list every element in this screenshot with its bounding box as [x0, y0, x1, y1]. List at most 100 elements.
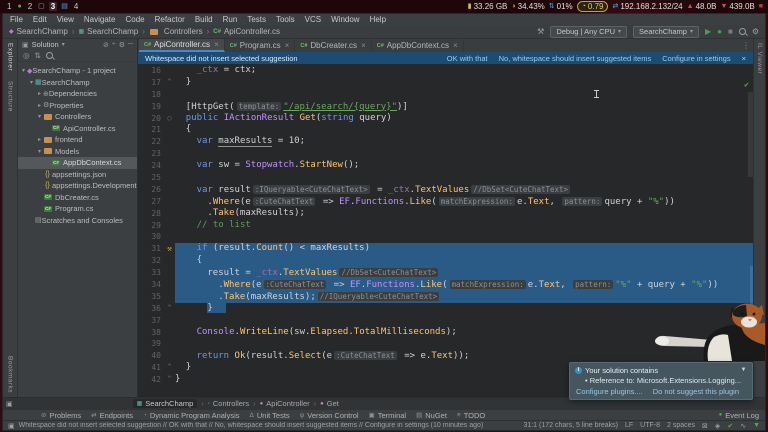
tree-chevron-icon[interactable]: ▾ — [36, 148, 43, 155]
status-line-ending[interactable]: LF — [625, 422, 633, 429]
tool-window-button-endpoints[interactable]: ⇄ Endpoints — [91, 411, 133, 420]
popup-action[interactable]: Do not suggest this plugin — [653, 387, 739, 396]
menu-item-edit[interactable]: Edit — [33, 15, 47, 24]
wrench-icon[interactable]: ⚒ — [537, 27, 544, 36]
menu-item-help[interactable]: Help — [370, 15, 386, 24]
close-icon[interactable]: × — [742, 54, 746, 63]
workspace-2[interactable]: 2 — [26, 2, 34, 11]
tool-window-button-nuget[interactable]: ▤ NuGet — [416, 411, 447, 420]
tree-item[interactable]: ▾ ◆ SearchChamp - 1 project — [18, 65, 137, 77]
breadcrumb-item[interactable]: ◆ SearchChamp — [9, 27, 68, 36]
menu-item-refactor[interactable]: Refactor — [155, 15, 185, 24]
breadcrumb-item[interactable]: C# ApiController.cs — [213, 27, 280, 36]
panel-settings-icon[interactable]: ⚙ — [119, 41, 125, 49]
menu-item-run[interactable]: Run — [223, 15, 238, 24]
close-icon[interactable]: × — [361, 41, 366, 50]
close-icon[interactable]: × — [453, 41, 458, 50]
tool-window-button-event-log[interactable]: ● Event Log — [719, 411, 759, 420]
tree-item[interactable]: ▾ ▦ SearchChamp — [18, 77, 137, 89]
tree-chevron-icon[interactable]: ▾ — [36, 113, 43, 120]
breadcrumb-item[interactable]: Controllers — [149, 27, 203, 36]
editor-breadcrumb-searchchamp[interactable]: ▦ SearchChamp — [132, 399, 198, 408]
status-encoding[interactable]: UTF-8 — [640, 422, 660, 429]
editor-tab-apicontroller[interactable]: C# ApiController.cs × — [139, 39, 225, 52]
tree-item[interactable]: C# DbCreater.cs — [18, 192, 137, 204]
chevron-down-icon[interactable]: ▼ — [740, 367, 747, 373]
solution-run-selector[interactable]: SearchChamp ▾ — [633, 25, 699, 38]
highlight-level-icon[interactable]: ∿ — [740, 422, 746, 430]
tool-stripe-structure[interactable]: Structure — [7, 81, 14, 112]
workspace-4[interactable]: 4 — [72, 2, 80, 11]
tree-item[interactable]: ▸ ⚙ Properties — [18, 100, 137, 112]
run-button[interactable]: ▶ — [705, 27, 711, 36]
tool-stripe-explorer[interactable]: Explorer — [7, 43, 14, 71]
tree-item[interactable]: ▸ ⊕ Dependencies — [18, 88, 137, 100]
editor-tab-dbcreater[interactable]: C# DbCreater.cs × — [295, 39, 372, 52]
more-options-icon[interactable]: ⋮ — [742, 41, 753, 50]
tree-item[interactable]: C# ApiController.cs — [18, 123, 137, 135]
run-config-selector[interactable]: Debug | Any CPU ▾ — [550, 25, 628, 38]
tree-item[interactable]: ▾ Controllers — [18, 111, 137, 123]
editor-tab-program[interactable]: C# Program.cs × — [225, 39, 296, 52]
theme-icon[interactable]: ◈ — [715, 422, 720, 430]
tree-chevron-icon[interactable]: ▾ — [20, 67, 27, 74]
editor-tab-appdbcontext[interactable]: C# AppDbContext.cs × — [372, 39, 464, 52]
menu-item-code[interactable]: Code — [125, 15, 144, 24]
tool-window-button-unit-tests[interactable]: Δ Unit Tests — [250, 411, 290, 420]
menu-item-tools[interactable]: Tools — [276, 15, 295, 24]
tree-item[interactable]: ▤ Scratches and Consoles — [18, 215, 137, 227]
tree-chevron-icon[interactable]: ▸ — [36, 136, 43, 143]
tree-chevron-icon[interactable]: ▸ — [36, 90, 43, 97]
window-icon[interactable]: ▣ — [8, 422, 15, 430]
menu-item-tests[interactable]: Tests — [247, 15, 266, 24]
tool-window-button-terminal[interactable]: ▣ Terminal — [369, 411, 407, 420]
tool-window-button-dynamic-program-analysis[interactable]: ◔ Dynamic Program Analysis — [143, 411, 240, 420]
menu-item-window[interactable]: Window — [331, 15, 359, 24]
menu-item-navigate[interactable]: Navigate — [84, 15, 116, 24]
status-caret-position[interactable]: 31:1 (172 chars, 5 line breaks) — [523, 422, 618, 429]
readonly-icon[interactable]: ⊠ — [702, 422, 708, 430]
locate-icon[interactable]: ⊘ — [103, 41, 109, 49]
tree-chevron-icon[interactable]: ▸ — [36, 102, 43, 109]
close-icon[interactable]: × — [214, 40, 219, 49]
collapse-all-icon[interactable]: ÷ — [112, 41, 116, 48]
stop-button[interactable]: ■ — [728, 27, 733, 36]
workspace-3[interactable]: 3 — [48, 2, 58, 11]
banner-action[interactable]: Configure in settings — [662, 54, 730, 63]
tool-window-button-problems[interactable]: ⊘ Problems — [41, 411, 81, 420]
workspace-1[interactable]: 1 — [5, 2, 13, 11]
menu-item-view[interactable]: View — [57, 15, 74, 24]
tree-item[interactable]: {} appsettings.json — [18, 169, 137, 181]
tool-stripe-bookmarks[interactable]: Bookmarks — [7, 356, 14, 393]
tool-stripe-il-viewer[interactable]: IL Viewer — [756, 43, 763, 74]
tree-item[interactable]: ▾ Models — [18, 146, 137, 158]
menu-item-file[interactable]: File — [10, 15, 23, 24]
tree-chevron-icon[interactable]: ▾ — [28, 79, 35, 86]
settings-gear-icon[interactable]: ⚙ — [752, 27, 759, 36]
inspection-ok-icon[interactable]: ✔ — [744, 79, 749, 91]
editor-breadcrumb-controllers[interactable]: ◦ Controllers — [208, 399, 249, 408]
tool-window-button-todo[interactable]: ≡ TODO — [457, 411, 485, 420]
search-icon[interactable] — [45, 52, 53, 59]
popup-action[interactable]: Configure plugins.... — [576, 387, 643, 396]
close-icon[interactable]: × — [285, 41, 290, 50]
tree-item[interactable]: C# AppDbContext.cs — [18, 157, 137, 169]
inspections-ok-icon[interactable]: ✔ — [727, 422, 733, 430]
hammer-gutter-icon[interactable]: ⚒ — [164, 243, 175, 255]
tree-item[interactable]: C# Program.cs — [18, 203, 137, 215]
breadcrumb-item[interactable]: ▦ SearchChamp — [78, 27, 138, 36]
editor-breadcrumb-get[interactable]: ● Get — [320, 399, 339, 408]
search-icon[interactable] — [738, 28, 746, 35]
status-indent-style[interactable]: 2 spaces — [667, 422, 695, 429]
sort-icon[interactable]: ⇅ — [35, 51, 41, 60]
tree-item[interactable]: ▸ frontend — [18, 134, 137, 146]
tree-item[interactable]: {}appsettings.Development.json — [18, 180, 137, 192]
scrollbar-thumb[interactable] — [748, 92, 753, 177]
editor-breadcrumb-apicontroller[interactable]: ● ApiController — [260, 399, 310, 408]
window-icon[interactable]: ▣ — [6, 400, 13, 408]
hide-panel-icon[interactable]: ─ — [128, 41, 133, 48]
banner-action[interactable]: OK with that — [447, 54, 488, 63]
menu-item-vcs[interactable]: VCS — [305, 15, 321, 24]
expand-icon[interactable]: ▼ — [753, 422, 760, 429]
explorer-view-selector[interactable]: Solution — [32, 40, 59, 49]
